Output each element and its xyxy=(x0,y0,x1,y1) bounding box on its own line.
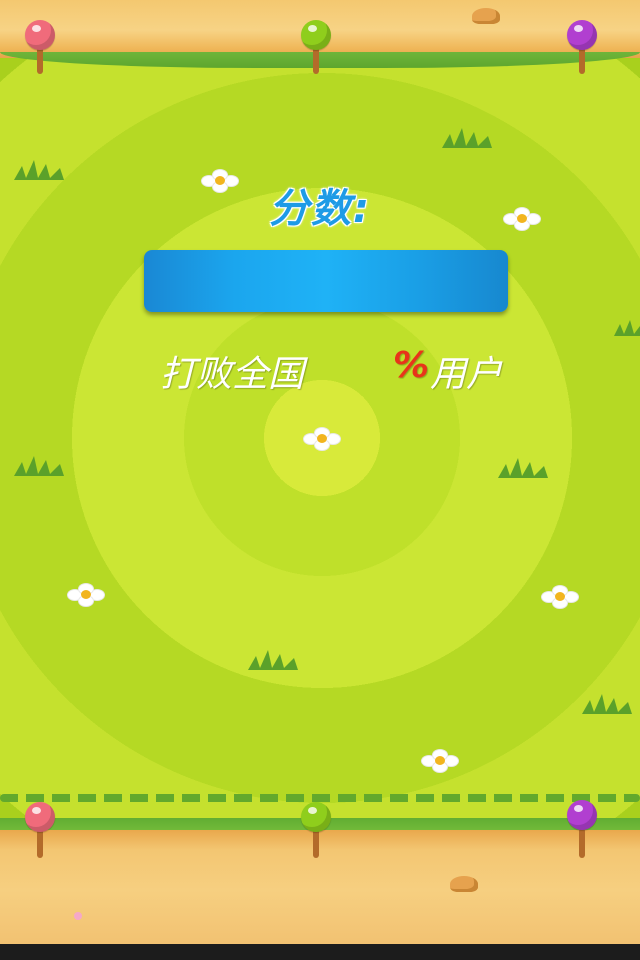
percent-sign: % xyxy=(393,345,430,386)
defeat-prefix-text: 打败全国 xyxy=(160,354,305,395)
flower-icon xyxy=(68,584,104,606)
grass-tuft-icon xyxy=(614,320,640,336)
pink-lollipop-icon xyxy=(25,802,55,832)
bottom-sand-border xyxy=(0,830,640,944)
top-grass-edge xyxy=(0,52,640,68)
green-lollipop-icon xyxy=(301,802,331,832)
grass-tuft-icon xyxy=(498,458,548,478)
purple-lollipop-icon xyxy=(567,800,597,830)
pink-dot xyxy=(74,912,82,920)
dashed-divider xyxy=(0,794,640,802)
green-lollipop-icon xyxy=(301,20,331,50)
post xyxy=(37,828,43,858)
score-bar xyxy=(144,250,508,312)
rock-icon xyxy=(450,876,478,892)
score-label: 分数: xyxy=(269,186,371,232)
post xyxy=(313,828,319,858)
purple-lollipop-icon xyxy=(567,20,597,50)
flower-icon xyxy=(422,750,458,772)
game-background: 分数: 打败全国 % 用户 xyxy=(0,0,640,944)
grass-tuft-icon xyxy=(14,456,64,476)
rock-icon xyxy=(472,8,500,24)
system-bar xyxy=(0,944,640,960)
flower-icon xyxy=(542,586,578,608)
defeat-stat-row: 打败全国 % 用户 xyxy=(0,345,640,395)
grass-tuft-icon xyxy=(442,128,492,148)
post xyxy=(579,828,585,858)
grass-tuft-icon xyxy=(248,650,298,670)
pink-lollipop-icon xyxy=(25,20,55,50)
flower-icon xyxy=(304,428,340,450)
defeat-suffix-text: 用户 xyxy=(430,354,503,395)
grass-tuft-icon xyxy=(582,694,632,714)
